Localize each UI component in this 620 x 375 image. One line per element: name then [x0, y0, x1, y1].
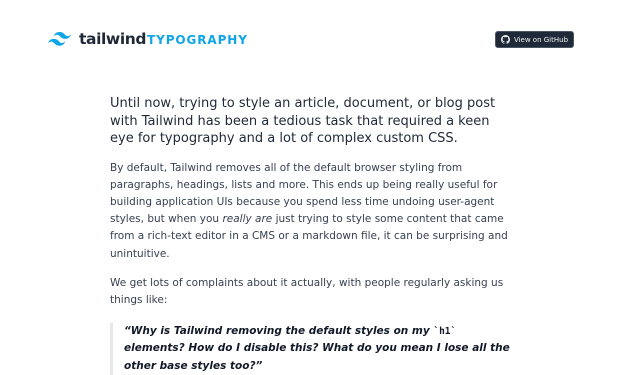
blockquote: “Why is Tailwind removing the default st…: [110, 323, 510, 375]
brand-subtitle: TYPOGRAPHY: [147, 33, 248, 47]
body-paragraph-1: By default, Tailwind removes all of the …: [110, 160, 510, 263]
github-button-label: View on GitHub: [513, 35, 569, 44]
tailwind-logo-icon: [48, 32, 71, 46]
body-paragraph-2: We get lots of complaints about it actua…: [110, 276, 504, 306]
quote-text: “Why is Tailwind removing the default st…: [124, 325, 434, 338]
brand-name: tailwind: [79, 30, 147, 48]
article-content: Until now, trying to style an article, d…: [110, 95, 510, 375]
brand-logo-link[interactable]: tailwind TYPOGRAPHY: [47, 30, 248, 48]
quote-text: elements? How do I disable this? What do…: [124, 342, 510, 372]
site-header: tailwind TYPOGRAPHY View on GitHub: [0, 0, 620, 80]
inline-code: `h1`: [433, 326, 457, 338]
view-on-github-button[interactable]: View on GitHub: [495, 31, 574, 48]
emphasis-text: really are: [222, 213, 273, 226]
lead-paragraph: Until now, trying to style an article, d…: [110, 96, 496, 146]
github-icon: [500, 35, 510, 44]
